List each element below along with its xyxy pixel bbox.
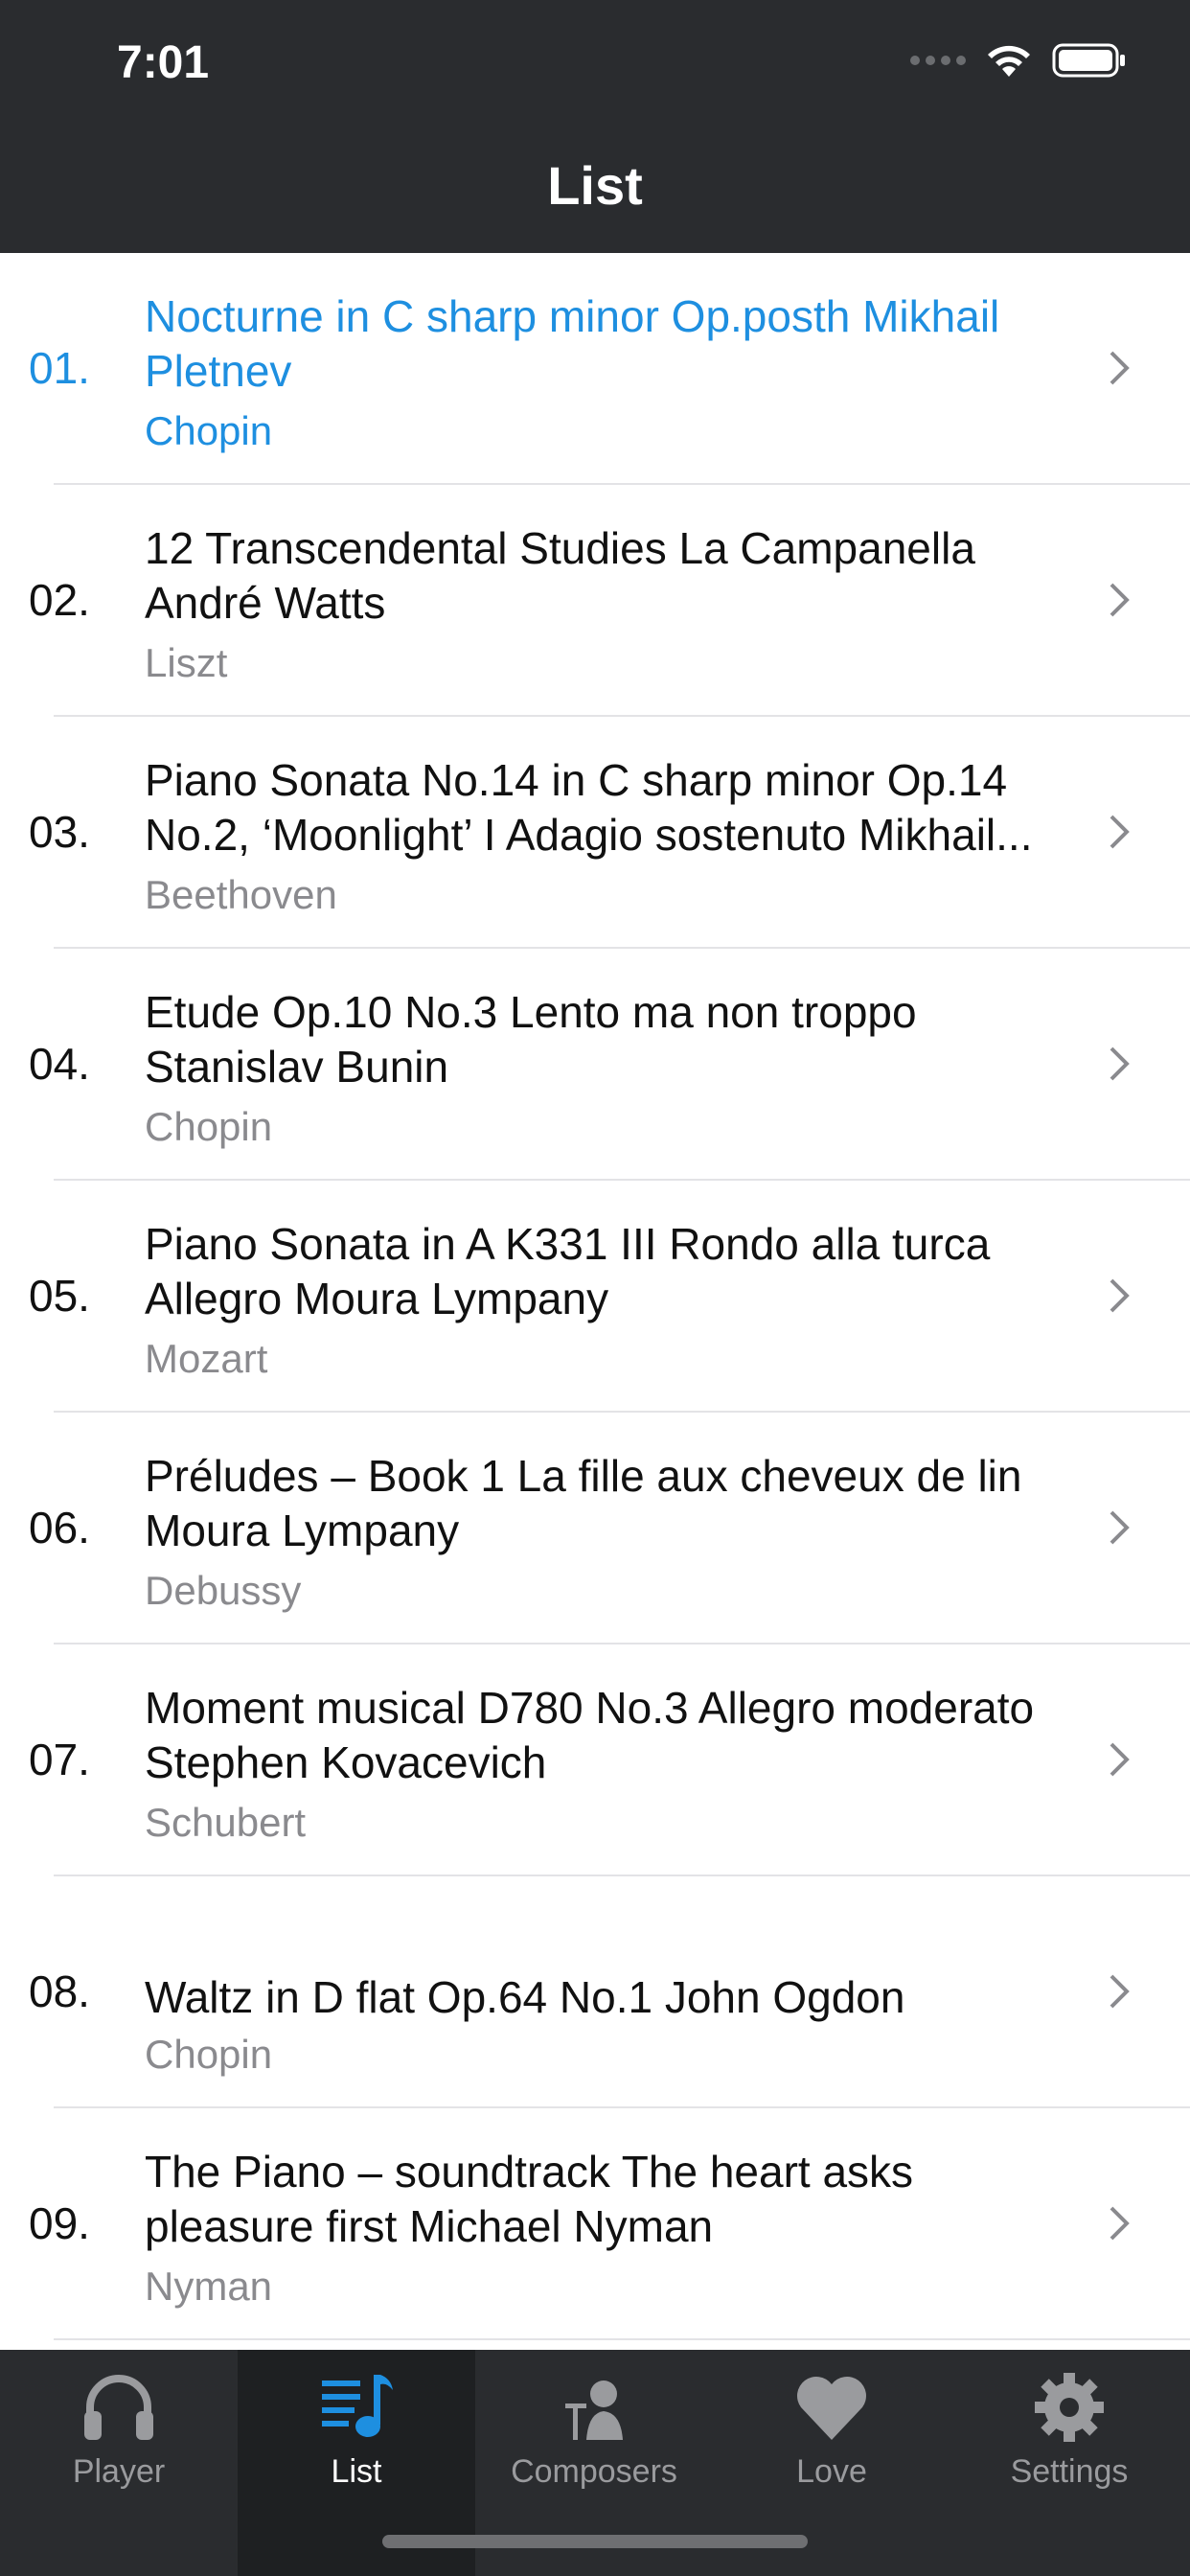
track-title: Etude Op.10 No.3 Lento ma non troppo Sta…: [145, 987, 917, 1092]
track-composer: Beethoven: [145, 872, 337, 917]
list-item[interactable]: 03. Piano Sonata No.14 in C sharp minor …: [29, 717, 1190, 949]
chevron-right-icon: [1110, 2206, 1130, 2241]
page-title: List: [547, 155, 643, 216]
track-number: 04.: [29, 1039, 90, 1089]
track-title: Piano Sonata No.14 in C sharp minor Op.1…: [145, 755, 1033, 860]
tab-label: Love: [796, 2453, 867, 2490]
cellular-signal-icon: [910, 56, 966, 65]
track-list[interactable]: 01. Nocturne in C sharp minor Op.posth M…: [0, 253, 1190, 2340]
chevron-right-icon: [1110, 583, 1130, 617]
list-item[interactable]: 08. Waltz in D flat Op.64 No.1 John Ogdo…: [29, 1876, 1190, 2108]
track-number: 02.: [29, 575, 90, 625]
tab-label: List: [331, 2453, 382, 2490]
chevron-right-icon: [1110, 815, 1130, 849]
list-item[interactable]: 01. Nocturne in C sharp minor Op.posth M…: [29, 253, 1190, 485]
track-number: 03.: [29, 807, 90, 857]
track-composer: Schubert: [145, 1800, 307, 1845]
track-composer: Chopin: [145, 1104, 273, 1149]
track-composer: Chopin: [145, 408, 273, 453]
track-title: Piano Sonata in A K331 III Rondo alla tu…: [145, 1219, 991, 1323]
status-time: 7:01: [117, 37, 210, 88]
track-title: The Piano – soundtrack The heart asks pl…: [145, 2147, 914, 2251]
track-number: 09.: [29, 2198, 90, 2248]
chevron-right-icon: [1110, 1278, 1130, 1313]
tab-player[interactable]: Player: [0, 2350, 238, 2576]
chevron-right-icon: [1110, 1046, 1130, 1081]
track-title: 12 Transcendental Studies La Campanella …: [145, 523, 975, 628]
track-number: 08.: [29, 1966, 90, 2016]
battery-icon: [1052, 43, 1125, 78]
track-composer: Chopin: [145, 2032, 273, 2077]
chevron-right-icon: [1110, 1974, 1130, 2009]
track-title: Nocturne in C sharp minor Op.posth Mikha…: [145, 291, 1000, 396]
music-list-icon: [322, 2375, 393, 2437]
list-item[interactable]: 05. Piano Sonata in A K331 III Rondo all…: [29, 1181, 1190, 1413]
track-number: 05.: [29, 1271, 90, 1321]
tab-label: Player: [72, 2453, 166, 2490]
wifi-icon: [988, 45, 1030, 77]
track-number: 07.: [29, 1735, 90, 1784]
list-item[interactable]: 02. 12 Transcendental Studies La Campane…: [29, 485, 1190, 717]
track-title: Moment musical D780 No.3 Allegro moderat…: [145, 1683, 1035, 1787]
list-item[interactable]: 07. Moment musical D780 No.3 Allegro mod…: [29, 1644, 1190, 1876]
home-indicator[interactable]: [382, 2535, 808, 2548]
list-item[interactable]: 09. The Piano – soundtrack The heart ask…: [29, 2108, 1190, 2340]
headphones-icon: [84, 2375, 153, 2440]
tab-label: Settings: [1010, 2453, 1129, 2490]
status-bar: 7:01: [0, 0, 1190, 126]
track-number: 01.: [29, 343, 90, 393]
list-item[interactable]: 06. Préludes – Book 1 La fille aux cheve…: [29, 1413, 1190, 1644]
chevron-right-icon: [1110, 1742, 1130, 1777]
track-composer: Debussy: [145, 1568, 302, 1613]
track-composer: Liszt: [145, 640, 228, 685]
chevron-right-icon: [1110, 1510, 1130, 1545]
track-title: Waltz in D flat Op.64 No.1 John Ogdon: [145, 1972, 905, 2022]
heart-icon: [797, 2377, 866, 2440]
status-icons: [910, 42, 1127, 79]
track-composer: Mozart: [145, 1336, 268, 1381]
tab-label: Composers: [511, 2453, 677, 2490]
gear-icon: [1035, 2373, 1104, 2442]
track-number: 06.: [29, 1503, 90, 1552]
composer-bust-icon: [565, 2380, 623, 2440]
navigation-bar: List: [0, 126, 1190, 253]
track-composer: Nyman: [145, 2264, 273, 2309]
track-title: Préludes – Book 1 La fille aux cheveux d…: [145, 1451, 1022, 1555]
tab-settings[interactable]: Settings: [950, 2350, 1190, 2576]
chevron-right-icon: [1110, 351, 1130, 385]
list-item[interactable]: 04. Etude Op.10 No.3 Lento ma non troppo…: [29, 949, 1190, 1181]
